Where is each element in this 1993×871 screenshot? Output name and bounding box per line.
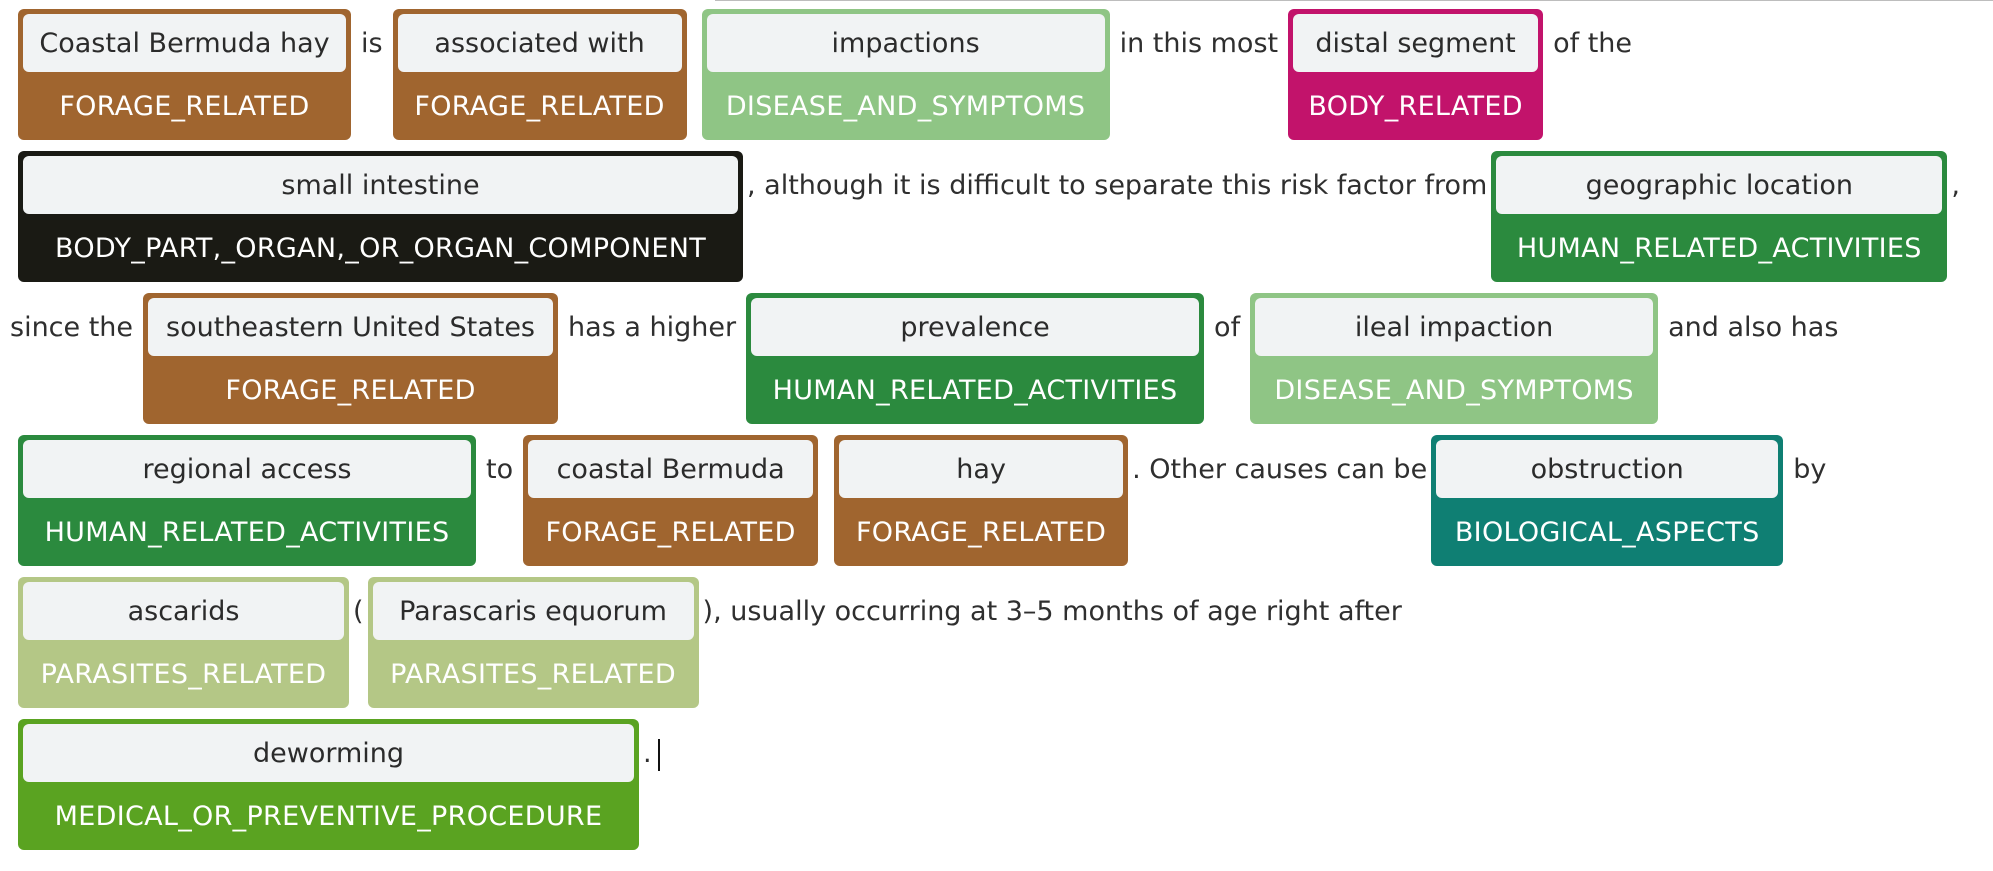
entity-chip[interactable]: regional access HUMAN_RELATED_ACTIVITIES (18, 435, 476, 566)
entity-chip[interactable]: geographic location HUMAN_RELATED_ACTIVI… (1491, 151, 1948, 282)
entity-text: southeastern United States (148, 298, 554, 356)
plain-text: by (1793, 454, 1827, 485)
entity-chip[interactable]: impactions DISEASE_AND_SYMPTOMS (701, 9, 1110, 140)
annotated-text-area[interactable]: Coastal Bermuda hay FORAGE_RELATED is as… (0, 0, 1993, 871)
entity-chip[interactable]: deworming MEDICAL_OR_PREVENTIVE_PROCEDUR… (18, 719, 639, 850)
entity-text: Coastal Bermuda hay (23, 14, 346, 72)
text-cursor (657, 739, 660, 771)
entity-text: regional access (23, 440, 471, 498)
entity-label: HUMAN_RELATED_ACTIVITIES (44, 516, 450, 548)
entity-text: distal segment (1293, 14, 1539, 72)
entity-label: FORAGE_RELATED (59, 90, 310, 122)
plain-text: in this most (1119, 28, 1279, 59)
plain-text: ( (353, 596, 364, 627)
entity-label: DISEASE_AND_SYMPTOMS (1274, 374, 1634, 406)
entity-text: associated with (397, 14, 682, 72)
entity-label: BODY_RELATED (1308, 90, 1523, 122)
text-line-1: Coastal Bermuda hay FORAGE_RELATED is as… (18, 9, 1993, 151)
entity-text: small intestine (23, 156, 738, 214)
entity-chip[interactable]: prevalence HUMAN_RELATED_ACTIVITIES (746, 293, 1205, 424)
text-line-3: since the southeastern United States FOR… (0, 293, 1993, 435)
entity-chip[interactable]: coastal Bermuda FORAGE_RELATED (523, 435, 819, 566)
plain-text: since the (10, 312, 134, 343)
entity-chip[interactable]: Coastal Bermuda hay FORAGE_RELATED (18, 9, 351, 140)
plain-text: , (1951, 170, 1960, 201)
entity-label: HUMAN_RELATED_ACTIVITIES (772, 374, 1178, 406)
entity-chip[interactable]: southeastern United States FORAGE_RELATE… (143, 293, 559, 424)
plain-text: of the (1553, 28, 1633, 59)
entity-label: BODY_PART,_ORGAN,_OR_ORGAN_COMPONENT (55, 232, 706, 264)
entity-text: deworming (23, 724, 634, 782)
entity-chip[interactable]: distal segment BODY_RELATED (1288, 9, 1544, 140)
entity-chip[interactable]: ascarids PARASITES_RELATED (18, 577, 349, 708)
entity-label: MEDICAL_OR_PREVENTIVE_PROCEDURE (54, 800, 603, 832)
entity-chip[interactable]: small intestine BODY_PART,_ORGAN,_OR_ORG… (18, 151, 743, 282)
entity-chip[interactable]: associated with FORAGE_RELATED (392, 9, 687, 140)
plain-text: of (1214, 312, 1241, 343)
plain-text: ), usually occurring at 3–5 months of ag… (702, 596, 1402, 627)
entity-label: DISEASE_AND_SYMPTOMS (725, 90, 1086, 122)
entity-text: hay (839, 440, 1124, 498)
entity-text: ascarids (23, 582, 344, 640)
plain-text: . Other causes can be (1132, 454, 1428, 485)
entity-chip[interactable]: ileal impaction DISEASE_AND_SYMPTOMS (1250, 293, 1659, 424)
plain-text: . (643, 738, 652, 769)
entity-label: BIOLOGICAL_ASPECTS (1454, 516, 1760, 548)
text-line-2: small intestine BODY_PART,_ORGAN,_OR_ORG… (18, 151, 1993, 293)
entity-label: PARASITES_RELATED (40, 658, 327, 690)
plain-text: , although it is difficult to separate t… (747, 170, 1488, 201)
entity-text: ileal impaction (1255, 298, 1654, 356)
entity-text: Parascaris equorum (372, 582, 694, 640)
entity-chip[interactable]: obstruction BIOLOGICAL_ASPECTS (1431, 435, 1784, 566)
text-line-6: deworming MEDICAL_OR_PREVENTIVE_PROCEDUR… (18, 719, 1993, 861)
entity-text: obstruction (1436, 440, 1779, 498)
entity-text: prevalence (751, 298, 1200, 356)
entity-text: coastal Bermuda (528, 440, 814, 498)
entity-text: geographic location (1496, 156, 1943, 214)
entity-label: FORAGE_RELATED (414, 90, 665, 122)
entity-label: PARASITES_RELATED (390, 658, 676, 690)
entity-label: FORAGE_RELATED (545, 516, 796, 548)
entity-label: FORAGE_RELATED (225, 374, 476, 406)
plain-text: has a higher (568, 312, 737, 343)
entity-chip[interactable]: Parascaris equorum PARASITES_RELATED (367, 577, 699, 708)
plain-text: is (361, 28, 383, 59)
entity-chip[interactable]: hay FORAGE_RELATED (834, 435, 1129, 566)
text-line-5: ascarids PARASITES_RELATED ( Parascaris … (18, 577, 1993, 719)
text-line-4: regional access HUMAN_RELATED_ACTIVITIES… (18, 435, 1993, 577)
entity-text: impactions (706, 14, 1105, 72)
entity-label: FORAGE_RELATED (855, 516, 1107, 548)
plain-text: to (486, 454, 514, 485)
entity-label: HUMAN_RELATED_ACTIVITIES (1516, 232, 1922, 264)
plain-text: and also has (1668, 312, 1839, 343)
